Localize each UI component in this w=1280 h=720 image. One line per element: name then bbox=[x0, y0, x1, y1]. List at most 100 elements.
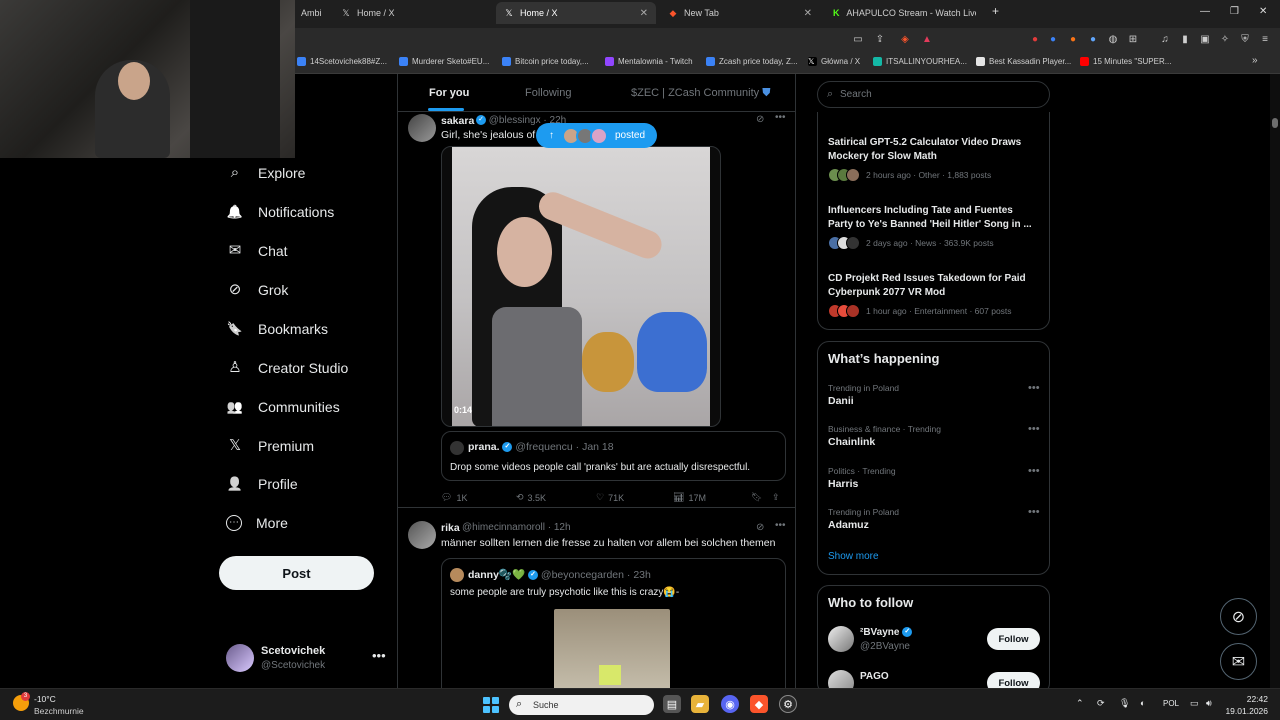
tweet[interactable]: rika @himecinnamoroll · 12h ⊘ ••• männer… bbox=[398, 516, 795, 688]
quoted-media[interactable] bbox=[554, 609, 670, 688]
windows-start-icon[interactable] bbox=[483, 697, 499, 713]
more-dots-icon[interactable]: ••• bbox=[1028, 465, 1040, 477]
trend-name[interactable]: Harris bbox=[828, 478, 858, 490]
bookmark-item[interactable]: Zcash price today, Z... bbox=[706, 57, 798, 66]
scrollbar-thumb[interactable] bbox=[1272, 118, 1278, 128]
volume-icon[interactable]: 🔊︎ bbox=[1206, 698, 1212, 709]
grok-analyze-icon[interactable]: ⊘ bbox=[756, 522, 764, 533]
tweet-handle[interactable]: @himecinnamoroll bbox=[462, 522, 545, 533]
task-view-icon[interactable]: ▤ bbox=[663, 695, 681, 713]
more-dots-icon[interactable]: ••• bbox=[1028, 506, 1040, 518]
extension-icon[interactable]: ◍ bbox=[1106, 33, 1120, 47]
music-icon[interactable]: ♫ bbox=[1158, 33, 1172, 47]
browser-tab-kick-stream[interactable]: K AHAPULCO Stream - Watch Live on K bbox=[824, 2, 984, 24]
menu-icon[interactable]: ≡ bbox=[1258, 33, 1272, 47]
avatar[interactable] bbox=[408, 521, 436, 549]
new-tab-button[interactable]: + bbox=[992, 4, 999, 18]
minimize-icon[interactable]: — bbox=[1200, 6, 1210, 17]
quoted-tweet[interactable]: prana. ✓ @frequencu · Jan 18 Drop some v… bbox=[441, 431, 786, 481]
share-icon[interactable]: ⇪ bbox=[873, 33, 887, 47]
follow-name[interactable]: PAGO bbox=[860, 671, 889, 682]
browser-tab-ambi[interactable]: Ambi bbox=[293, 2, 323, 24]
views-button[interactable]: 📊︎ 17M bbox=[673, 492, 706, 503]
avatar[interactable] bbox=[828, 626, 854, 652]
weather-temperature[interactable]: -10°C bbox=[34, 694, 56, 704]
weather-description[interactable]: Bezchmurnie bbox=[34, 706, 84, 716]
post-button[interactable]: Post bbox=[219, 556, 374, 590]
more-dots-icon[interactable]: ••• bbox=[1028, 382, 1040, 394]
reply-button[interactable]: 💬︎ 1K bbox=[441, 492, 467, 503]
nav-item-communities[interactable]: 👥 Communities bbox=[226, 395, 340, 419]
steam-icon[interactable]: ⚙ bbox=[779, 695, 797, 713]
bookmark-button[interactable]: 🔖︎ bbox=[751, 492, 762, 503]
tab-for-you[interactable]: For you bbox=[429, 87, 469, 99]
tray-chevron-up-icon[interactable]: ⌃ bbox=[1076, 698, 1084, 709]
trend-name[interactable]: Danii bbox=[828, 395, 854, 407]
bookmark-item[interactable]: Best Kassadin Player... bbox=[976, 57, 1071, 66]
clock-date[interactable]: 19.01.2026 bbox=[1222, 706, 1268, 716]
maximize-icon[interactable]: ❐ bbox=[1230, 6, 1239, 17]
more-bookmarks-chevron-icon[interactable]: » bbox=[1252, 55, 1258, 66]
tweet-time[interactable]: · 12h bbox=[548, 522, 571, 533]
close-tab-icon[interactable]: ✕ bbox=[804, 8, 812, 19]
tray-app-icon[interactable]: ◐ bbox=[1140, 698, 1145, 708]
brave-browser-icon[interactable]: ◆ bbox=[750, 695, 768, 713]
nav-item-grok[interactable]: ⊘ Grok bbox=[226, 278, 289, 302]
sidebar-toggle-icon[interactable]: ▮ bbox=[1178, 33, 1192, 47]
tweet-handle[interactable]: @blessingx bbox=[489, 115, 541, 126]
tweet-author-name[interactable]: sakara bbox=[441, 115, 474, 127]
account-switcher[interactable]: Scetovichek @Scetovichek ••• bbox=[226, 642, 386, 672]
nav-item-bookmarks[interactable]: 🔖 Bookmarks bbox=[226, 317, 328, 341]
file-explorer-icon[interactable]: ▰ bbox=[691, 695, 709, 713]
vpn-icon[interactable]: ⛨ bbox=[1238, 33, 1252, 47]
browser-tab-home-x[interactable]: 𝕏 Home / X bbox=[333, 2, 493, 24]
trend-name[interactable]: Adamuz bbox=[828, 519, 869, 531]
tweet[interactable]: sakara ✓ @blessingx · 22h ⊘ ••• Girl, sh… bbox=[398, 112, 795, 508]
bookmark-item[interactable]: ITSALLINYOURHEA... bbox=[873, 57, 967, 66]
nav-item-profile[interactable]: 👤 Profile bbox=[226, 472, 298, 496]
nav-item-explore[interactable]: ⌕ Explore bbox=[226, 161, 306, 185]
close-tab-icon[interactable]: ✕ bbox=[640, 8, 648, 19]
bookmark-item[interactable]: Murderer Sketo#EU... bbox=[399, 57, 489, 66]
chat-float-button[interactable]: ✉ bbox=[1220, 643, 1257, 680]
nav-item-more[interactable]: ⋯ More bbox=[226, 511, 288, 535]
input-language[interactable]: POL bbox=[1163, 699, 1179, 708]
wallet-icon[interactable]: ▣ bbox=[1198, 33, 1212, 47]
nav-item-creator-studio[interactable]: ♙ Creator Studio bbox=[226, 356, 348, 380]
show-more-link[interactable]: Show more bbox=[828, 551, 879, 562]
tab-following[interactable]: Following bbox=[525, 87, 571, 99]
grok-float-button[interactable]: ⊘ bbox=[1220, 598, 1257, 635]
repost-button[interactable]: ⟲ 3.5K bbox=[516, 492, 546, 503]
brave-rewards-icon[interactable]: ▲ bbox=[920, 33, 934, 47]
tweet-author-name[interactable]: rika bbox=[441, 522, 460, 534]
browser-tab-home-x-active[interactable]: 𝕏 Home / X ✕ bbox=[496, 2, 656, 24]
close-window-icon[interactable]: ✕ bbox=[1259, 6, 1267, 17]
nav-item-premium[interactable]: 𝕏 Premium bbox=[226, 434, 314, 458]
browser-tab-new-tab[interactable]: ◆ New Tab ✕ bbox=[660, 2, 820, 24]
page-scrollbar[interactable] bbox=[1270, 74, 1280, 688]
like-button[interactable]: ♡ 71K bbox=[596, 492, 624, 503]
more-dots-icon[interactable]: ••• bbox=[1028, 423, 1040, 435]
news-title[interactable]: Influencers Including Tate and Fuentes P… bbox=[828, 204, 1038, 232]
nav-item-chat[interactable]: ✉ Chat bbox=[226, 239, 288, 263]
extension-icon[interactable]: ● bbox=[1066, 33, 1080, 47]
bookmark-item[interactable]: Bitcoin price today,... bbox=[502, 57, 589, 66]
tab-zcash-community[interactable]: $ZEC | ZCash Community ⛊ bbox=[631, 87, 770, 100]
news-title[interactable]: Satirical GPT-5.2 Calculator Video Draws… bbox=[828, 136, 1038, 164]
bookmark-item[interactable]: 14Scetovichek88#Z... bbox=[297, 57, 387, 66]
search-box[interactable]: ⌕ Search bbox=[817, 81, 1050, 108]
bookmark-item[interactable]: 𝕏 Główna / X bbox=[808, 57, 860, 66]
microphone-icon[interactable]: 🎙︎ bbox=[1119, 698, 1130, 709]
leo-ai-icon[interactable]: ✧ bbox=[1218, 33, 1232, 47]
extensions-puzzle-icon[interactable]: ⊞ bbox=[1126, 33, 1140, 47]
screen-icon[interactable]: ▭ bbox=[851, 33, 865, 47]
news-title[interactable]: CD Projekt Red Issues Takedown for Paid … bbox=[828, 272, 1038, 300]
extension-icon[interactable]: ● bbox=[1028, 33, 1042, 47]
follow-name[interactable]: ²BVayne ✓ bbox=[860, 627, 913, 638]
extension-icon[interactable]: ● bbox=[1046, 33, 1060, 47]
brave-shield-icon[interactable]: ◈ bbox=[898, 33, 912, 47]
new-posts-pill[interactable]: ↑ posted bbox=[536, 123, 657, 148]
video-player[interactable]: 0:14 bbox=[441, 146, 721, 427]
quoted-tweet[interactable]: danny🫧💚 ✓ @beyoncegarden · 23h some peop… bbox=[441, 558, 786, 688]
clock-time[interactable]: 22:42 bbox=[1228, 694, 1268, 704]
